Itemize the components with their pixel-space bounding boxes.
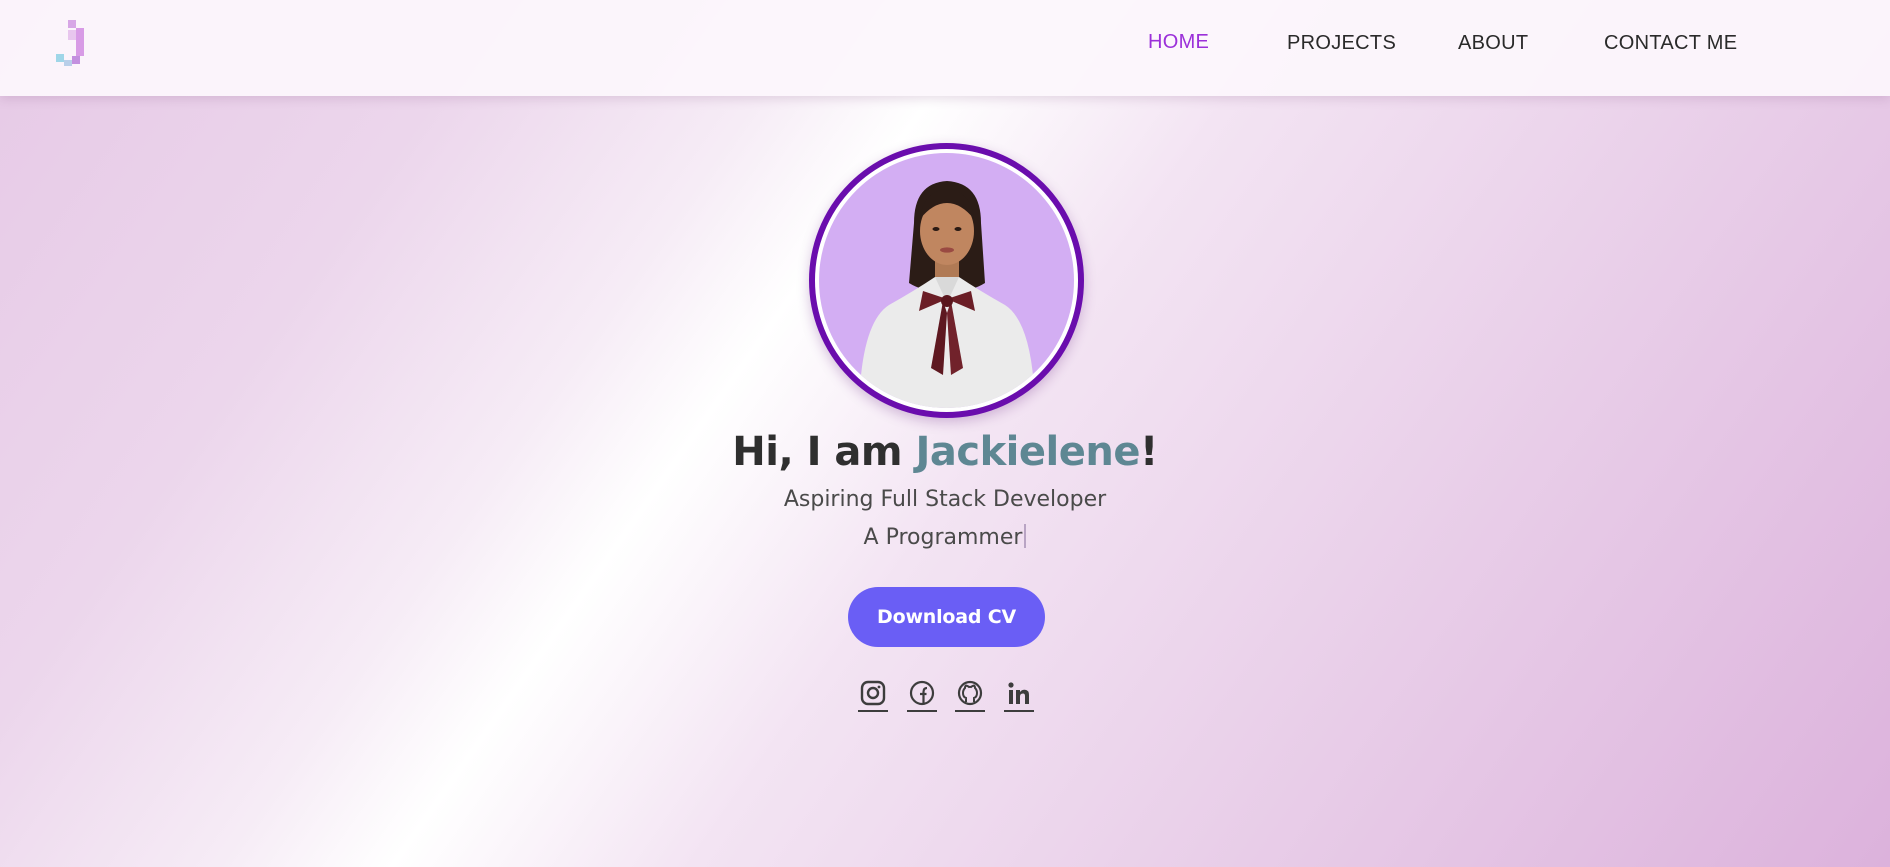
hero-greeting: Hi, I am Jackielene!: [0, 429, 1890, 475]
instagram-icon: [860, 680, 886, 706]
nav-about[interactable]: ABOUT: [1458, 32, 1528, 55]
hero-name: Jackielene: [915, 429, 1140, 475]
instagram-link[interactable]: [858, 678, 888, 712]
greeting-prefix: Hi, I am: [732, 429, 916, 475]
profile-photo: [819, 153, 1074, 408]
nav-projects[interactable]: PROJECTS: [1287, 32, 1396, 55]
hero-subtitle: Aspiring Full Stack Developer: [783, 487, 1107, 512]
facebook-icon: [909, 680, 935, 706]
logo-j-icon: [56, 20, 84, 66]
download-cv-button[interactable]: Download CV: [848, 587, 1045, 647]
nav-home[interactable]: HOME: [1148, 31, 1209, 54]
navbar: HOME PROJECTS ABOUT CONTACT ME: [0, 0, 1890, 96]
github-link[interactable]: [955, 678, 985, 712]
social-links: [0, 678, 1890, 712]
nav-contact-me[interactable]: CONTACT ME: [1604, 32, 1737, 55]
typed-text: A Programmer: [863, 525, 1023, 550]
logo[interactable]: [50, 20, 86, 68]
hero-section: Hi, I am Jackielene! Aspiring Full Stack…: [0, 96, 1890, 867]
typing-caret: [1024, 524, 1027, 548]
person-portrait-icon: [859, 181, 1035, 408]
github-icon: [957, 680, 983, 706]
linkedin-link[interactable]: [1004, 678, 1034, 712]
linkedin-icon: [1008, 682, 1029, 704]
profile-avatar: [809, 143, 1084, 418]
facebook-link[interactable]: [907, 678, 937, 712]
typed-text-line: A Programmer: [0, 524, 1890, 550]
greeting-suffix: !: [1139, 429, 1158, 475]
